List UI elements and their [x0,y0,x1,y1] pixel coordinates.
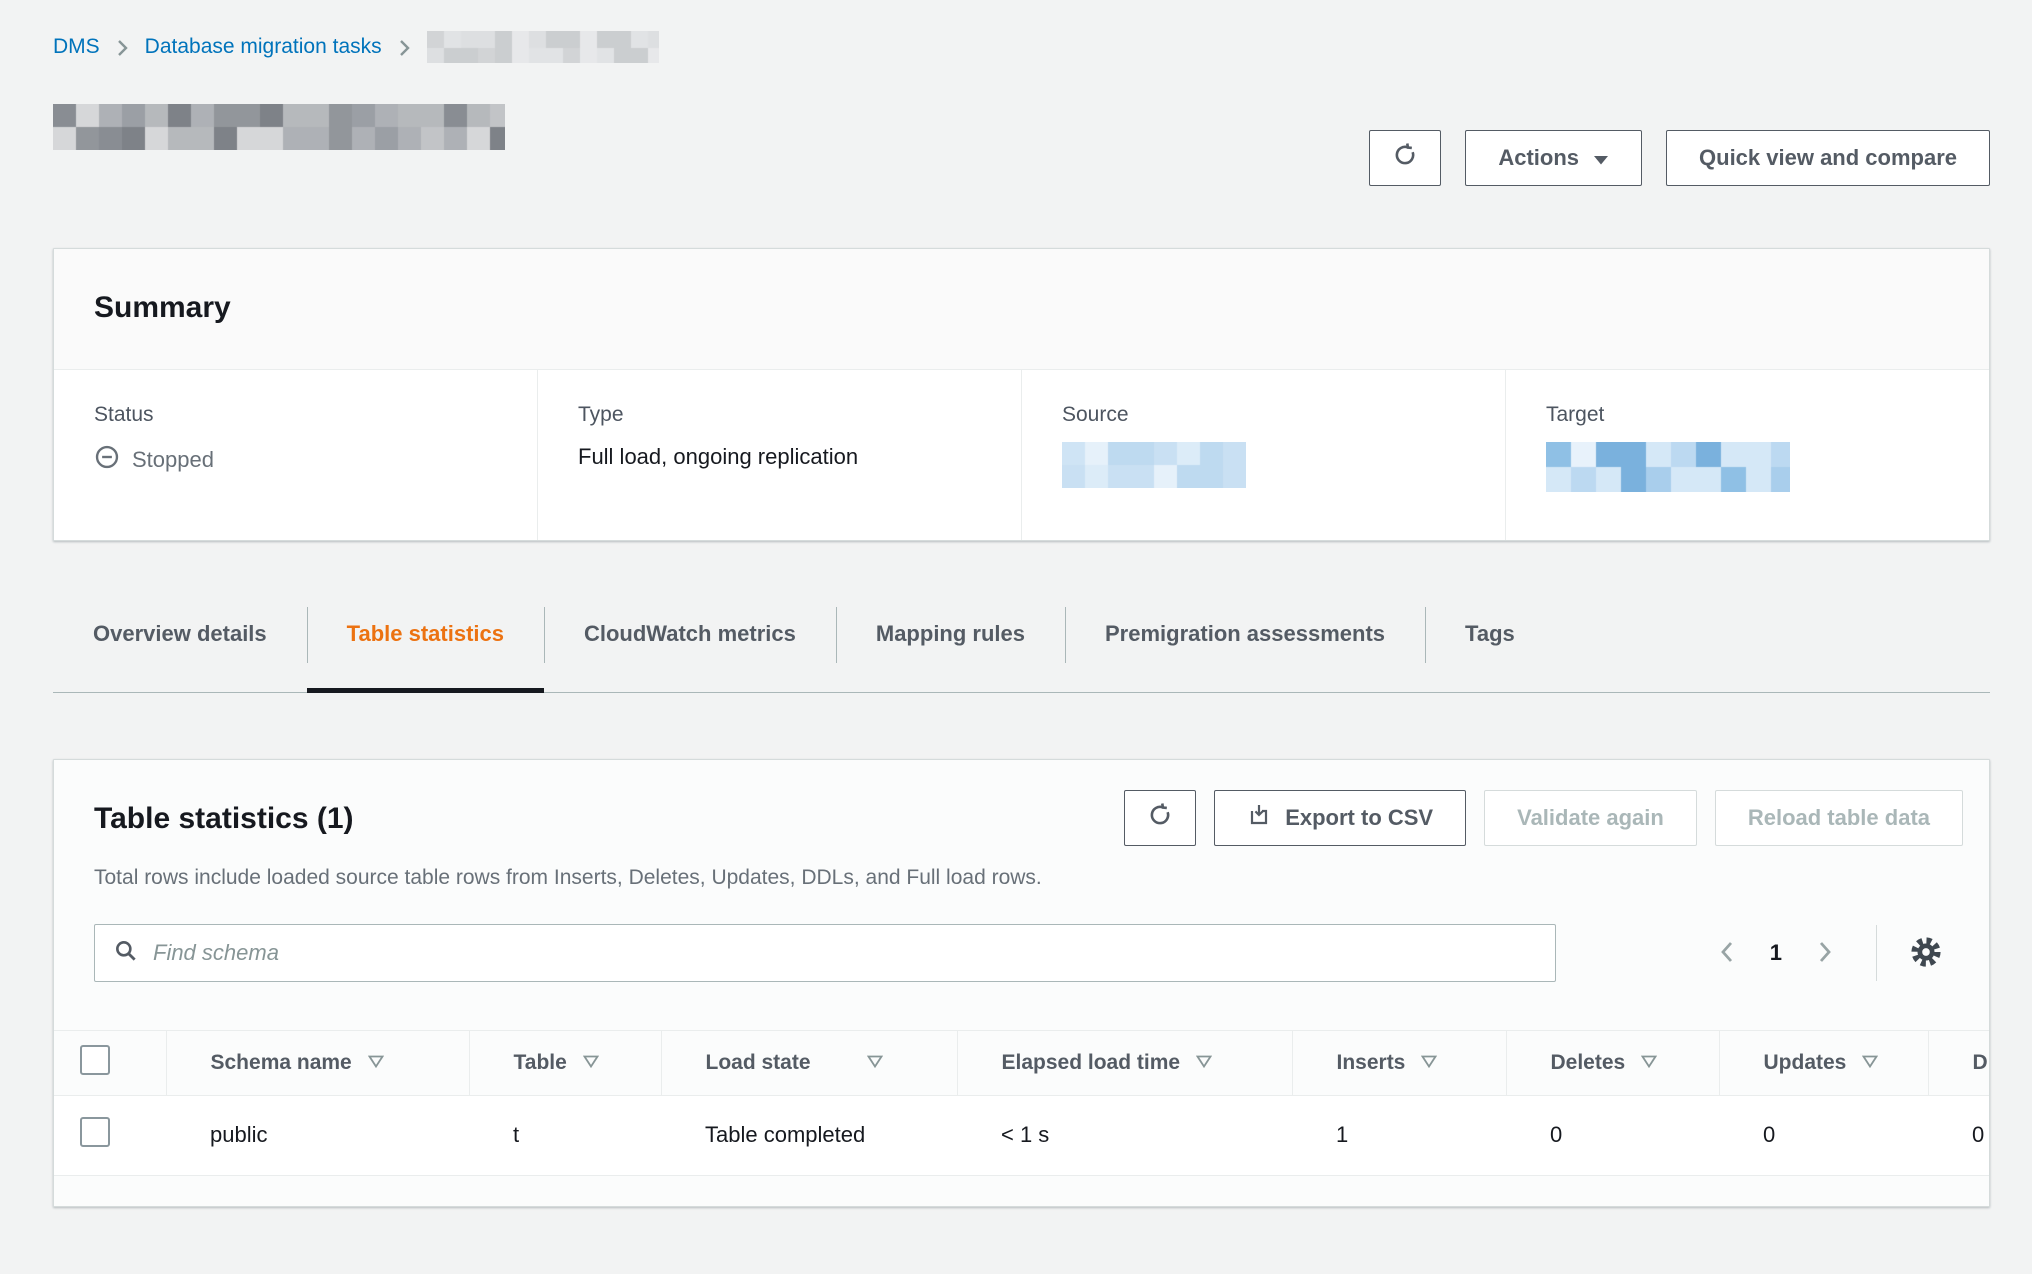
chevron-left-icon [1716,939,1738,968]
summary-field-status: Status Stopped [54,370,537,540]
sort-icon [1862,1050,1878,1073]
gear-icon [1909,935,1943,972]
page-header: Actions Quick view and compare [53,100,1990,186]
sort-icon [867,1050,883,1073]
dms-task-page: DMS Database migration tasks Actions [0,0,2032,1207]
sort-icon [1196,1050,1212,1073]
download-icon [1247,803,1271,833]
schema-search-input[interactable] [153,940,1537,966]
table-row: public t Table completed < 1 s 1 0 0 0 [54,1095,1989,1175]
column-header-ddls[interactable]: DDLs [1928,1031,1989,1095]
chevron-right-icon [116,38,129,58]
column-header-schema-name[interactable]: Schema name [166,1031,469,1095]
source-label: Source [1062,402,1479,428]
select-all-cell [54,1031,166,1095]
breadcrumb-link-dms[interactable]: DMS [53,35,100,59]
chevron-right-icon [1814,939,1836,968]
cell-ddls: 0 [1928,1095,1989,1175]
summary-field-target: Target [1505,370,1989,540]
table-statistics-header: Table statistics (1) [54,760,1989,982]
source-redacted-link [1062,442,1246,488]
column-header-deletes[interactable]: Deletes [1506,1031,1719,1095]
statistics-table: Schema name Table Load state Elapsed loa… [54,1030,1989,1176]
cell-elapsed-load-time: < 1 s [957,1095,1292,1175]
refresh-button[interactable] [1369,130,1441,186]
breadcrumb-link-migration-tasks[interactable]: Database migration tasks [145,35,382,59]
summary-title: Summary [94,291,1963,325]
summary-panel-header: Summary [54,249,1989,370]
sort-icon [1641,1050,1657,1073]
breadcrumb: DMS Database migration tasks [53,30,1990,64]
cell-updates: 0 [1719,1095,1928,1175]
tab-premigration-assessments[interactable]: Premigration assessments [1065,605,1425,692]
tab-table-statistics[interactable]: Table statistics [307,605,544,692]
status-label: Status [94,402,511,428]
export-to-csv-button[interactable]: Export to CSV [1214,790,1466,846]
sort-icon [583,1050,599,1073]
actions-button[interactable]: Actions [1465,130,1642,186]
row-checkbox[interactable] [80,1117,110,1147]
stopped-icon [94,444,120,476]
refresh-icon [1147,802,1173,834]
cell-table: t [469,1095,661,1175]
next-page-button[interactable] [1808,933,1842,974]
column-header-updates[interactable]: Updates [1719,1031,1928,1095]
table-toolbar: 1 [94,924,1963,982]
chevron-right-icon [398,38,411,58]
tab-overview-details[interactable]: Overview details [53,605,307,692]
quick-view-compare-button[interactable]: Quick view and compare [1666,130,1990,186]
row-select-cell [54,1095,166,1175]
tab-cloudwatch-metrics[interactable]: CloudWatch metrics [544,605,836,692]
select-all-checkbox[interactable] [80,1045,110,1075]
cell-load-state: Table completed [661,1095,957,1175]
column-header-elapsed-load-time[interactable]: Elapsed load time [957,1031,1292,1095]
cell-inserts: 1 [1292,1095,1506,1175]
target-label: Target [1546,402,1963,428]
table-statistics-title: Table statistics (1) [94,790,354,836]
previous-page-button[interactable] [1710,933,1744,974]
cell-deletes: 0 [1506,1095,1719,1175]
pagination: 1 [1710,925,1963,981]
summary-grid: Status Stopped Type Full load, ongoing r… [54,370,1989,540]
table-statistics-description: Total rows include loaded source table r… [94,866,1963,890]
type-label: Type [578,402,995,428]
preferences-button[interactable] [1905,931,1947,976]
target-redacted-link [1546,442,1790,492]
type-value: Full load, ongoing replication [578,444,995,470]
summary-panel: Summary Status Stopped Type Full load, [53,248,1990,541]
tab-mapping-rules[interactable]: Mapping rules [836,605,1065,692]
search-icon [113,938,139,969]
column-header-inserts[interactable]: Inserts [1292,1031,1506,1095]
toolbar-divider [1876,925,1877,981]
table-refresh-button[interactable] [1124,790,1196,846]
current-page-number[interactable]: 1 [1752,940,1800,966]
sort-icon [1421,1050,1437,1073]
sort-icon [368,1050,384,1073]
caret-down-icon [1593,145,1609,171]
column-header-table[interactable]: Table [469,1031,661,1095]
tab-bar: Overview details Table statistics CloudW… [53,605,1990,693]
summary-field-source: Source [1021,370,1505,540]
breadcrumb-redacted-task-name [427,31,659,63]
validate-again-button[interactable]: Validate again [1484,790,1697,846]
status-value: Stopped [94,444,511,476]
column-header-load-state[interactable]: Load state [661,1031,957,1095]
table-statistics-panel: Table statistics (1) [53,759,1990,1207]
table-header-row: Schema name Table Load state Elapsed loa… [54,1031,1989,1095]
refresh-icon [1392,142,1418,174]
tab-tags[interactable]: Tags [1425,605,1555,692]
summary-field-type: Type Full load, ongoing replication [537,370,1021,540]
cell-schema-name: public [166,1095,469,1175]
table-statistics-actions: Export to CSV Validate again Reload tabl… [1124,790,1963,846]
header-actions: Actions Quick view and compare [1369,130,1990,186]
reload-table-data-button[interactable]: Reload table data [1715,790,1963,846]
schema-search-box [94,924,1556,982]
page-title-redacted [53,104,505,150]
